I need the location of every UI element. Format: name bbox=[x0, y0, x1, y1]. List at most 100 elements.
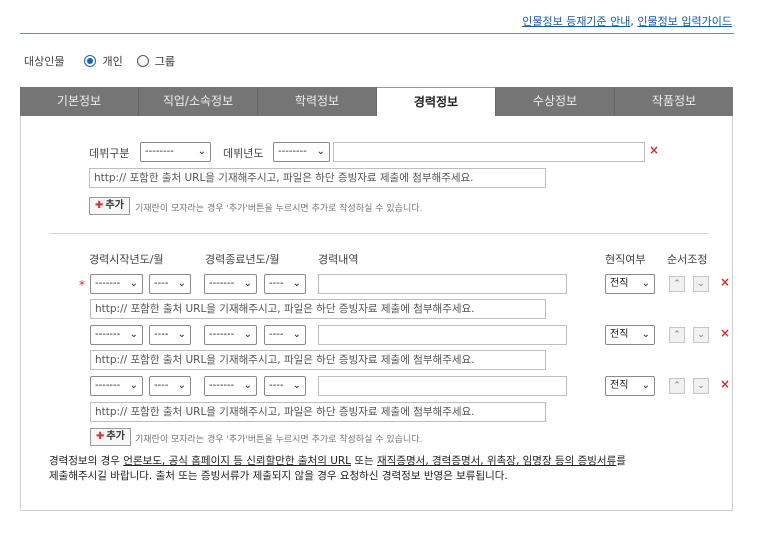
career-add-hint: 기재란이 모자라는 경우 '추가'버튼을 누르시면 추가로 작성하실 수 있습니… bbox=[135, 435, 423, 445]
move-down-button[interactable]: ⌄ bbox=[693, 378, 709, 394]
end-month-value: ---- bbox=[269, 278, 284, 289]
end-year-select[interactable]: ------- ⌄ bbox=[204, 325, 257, 345]
chevron-down-icon: ⌄ bbox=[697, 330, 705, 340]
chevron-down-icon: ⌄ bbox=[243, 329, 252, 340]
career-detail-input[interactable] bbox=[318, 325, 567, 345]
radio-individual[interactable]: 개인 bbox=[84, 53, 123, 69]
chevron-down-icon: ⌄ bbox=[177, 278, 186, 289]
radio-group[interactable]: 그룹 bbox=[136, 53, 175, 69]
career-add-button[interactable]: ✚ 추가 bbox=[90, 428, 131, 446]
move-up-button[interactable]: ⌃ bbox=[669, 276, 685, 292]
chevron-up-icon: ⌃ bbox=[673, 279, 681, 289]
debut-detail-input[interactable] bbox=[333, 142, 645, 162]
debut-type-select[interactable]: -------- ⌄ bbox=[140, 142, 211, 162]
debut-year-select[interactable]: -------- ⌄ bbox=[273, 142, 330, 162]
move-up-button[interactable]: ⌃ bbox=[669, 327, 685, 343]
chevron-down-icon: ⌄ bbox=[292, 278, 301, 289]
col-order-label: 순서조정 bbox=[667, 253, 708, 266]
notice-text-2: 또는 bbox=[351, 455, 378, 467]
target-label: 대상인물 bbox=[24, 55, 65, 68]
close-icon[interactable]: × bbox=[720, 275, 730, 289]
start-month-value: ---- bbox=[154, 329, 169, 340]
end-month-select[interactable]: ---- ⌄ bbox=[264, 274, 306, 294]
notice-text-3: 를 bbox=[616, 455, 626, 467]
chevron-down-icon: ⌄ bbox=[129, 380, 138, 391]
col-current-label: 현직여부 bbox=[605, 253, 646, 266]
debut-type-label: 데뷔구분 bbox=[89, 147, 130, 160]
notice-underline-1: 언론보도, 공식 홈페이지 등 신뢰할만한 출처의 URL bbox=[123, 455, 352, 467]
col-detail-label: 경력내역 bbox=[318, 253, 359, 266]
end-year-select[interactable]: ------- ⌄ bbox=[204, 376, 257, 396]
tab-award[interactable]: 수상정보 bbox=[496, 87, 615, 116]
end-year-select[interactable]: ------- ⌄ bbox=[204, 274, 257, 294]
current-select[interactable]: 전직 ⌄ bbox=[605, 376, 655, 396]
end-year-value: ------- bbox=[209, 329, 235, 340]
start-year-select[interactable]: ------- ⌄ bbox=[90, 325, 143, 345]
start-year-select[interactable]: ------- ⌄ bbox=[90, 274, 143, 294]
registration-criteria-link[interactable]: 인물정보 등재기준 안내 bbox=[522, 15, 630, 28]
career-url-input[interactable]: http:// 포함한 출처 URL을 기재해주시고, 파일은 하단 증빙자료 … bbox=[90, 350, 546, 370]
current-select[interactable]: 전직 ⌄ bbox=[605, 274, 655, 294]
col-start-label: 경력시작년도/월 bbox=[89, 253, 164, 266]
chevron-down-icon: ⌄ bbox=[177, 329, 186, 340]
current-select[interactable]: 전직 ⌄ bbox=[605, 325, 655, 345]
radio-group-label: 그룹 bbox=[154, 55, 175, 68]
debut-add-hint: 기재란이 모자라는 경우 '추가'버튼을 누르시면 추가로 작성하실 수 있습니… bbox=[135, 204, 423, 214]
close-icon[interactable]: × bbox=[720, 326, 730, 340]
start-month-select[interactable]: ---- ⌄ bbox=[149, 325, 191, 345]
career-notice: 경력정보의 경우 언론보도, 공식 홈페이지 등 신뢰할만한 출처의 URL 또… bbox=[49, 454, 719, 484]
move-up-button[interactable]: ⌃ bbox=[669, 378, 685, 394]
top-links: 인물정보 등재기준 안내, 인물정보 입력가이드 bbox=[522, 13, 732, 29]
start-year-value: ------- bbox=[95, 329, 121, 340]
input-guide-link[interactable]: 인물정보 입력가이드 bbox=[637, 15, 732, 28]
close-icon[interactable]: × bbox=[720, 377, 730, 391]
chevron-down-icon: ⌄ bbox=[292, 329, 301, 340]
move-down-button[interactable]: ⌄ bbox=[693, 276, 709, 292]
start-year-select[interactable]: ------- ⌄ bbox=[90, 376, 143, 396]
radio-individual-icon[interactable] bbox=[84, 55, 97, 67]
start-year-value: ------- bbox=[95, 278, 121, 289]
start-month-value: ---- bbox=[154, 278, 169, 289]
chevron-up-icon: ⌃ bbox=[673, 381, 681, 391]
end-month-value: ---- bbox=[269, 329, 284, 340]
chevron-down-icon: ⌄ bbox=[292, 380, 301, 391]
chevron-down-icon: ⌄ bbox=[129, 278, 138, 289]
chevron-down-icon: ⌄ bbox=[129, 329, 138, 340]
current-value: 전직 bbox=[610, 278, 629, 289]
section-divider bbox=[49, 233, 709, 234]
start-month-select[interactable]: ---- ⌄ bbox=[149, 274, 191, 294]
chevron-down-icon: ⌄ bbox=[197, 146, 206, 157]
end-year-value: ------- bbox=[209, 380, 235, 391]
tab-works[interactable]: 작품정보 bbox=[615, 87, 733, 116]
debut-add-button[interactable]: ✚ 추가 bbox=[89, 197, 130, 215]
end-month-select[interactable]: ---- ⌄ bbox=[264, 325, 306, 345]
move-down-button[interactable]: ⌄ bbox=[693, 327, 709, 343]
chevron-up-icon: ⌃ bbox=[673, 330, 681, 340]
tab-basic[interactable]: 기본정보 bbox=[20, 87, 139, 116]
chevron-down-icon: ⌄ bbox=[641, 278, 650, 289]
notice-underline-2: 재직증명서, 경력증명서, 위촉장, 임명장 등의 증빙서류 bbox=[377, 455, 617, 467]
chevron-down-icon: ⌄ bbox=[316, 146, 325, 157]
plus-icon: ✚ bbox=[95, 200, 104, 211]
end-month-select[interactable]: ---- ⌄ bbox=[264, 376, 306, 396]
chevron-down-icon: ⌄ bbox=[243, 278, 252, 289]
close-icon[interactable]: × bbox=[649, 143, 659, 157]
career-detail-input[interactable] bbox=[318, 274, 567, 294]
tab-bar: 기본정보 직업/소속정보 학력정보 경력정보 수상정보 작품정보 bbox=[20, 87, 733, 116]
career-detail-input[interactable] bbox=[318, 376, 567, 396]
debut-url-input[interactable]: http:// 포함한 출처 URL을 기재해주시고, 파일은 하단 증빙자료 … bbox=[89, 168, 546, 188]
start-month-value: ---- bbox=[154, 380, 169, 391]
current-value: 전직 bbox=[610, 329, 629, 340]
notice-text-4: 제출해주시길 바랍니다. 출처 또는 증빙서류가 제출되지 않을 경우 요청하신… bbox=[49, 470, 508, 482]
debut-type-value: -------- bbox=[145, 146, 174, 157]
tab-career[interactable]: 경력정보 bbox=[377, 87, 496, 116]
tab-education[interactable]: 학력정보 bbox=[258, 87, 377, 116]
chevron-down-icon: ⌄ bbox=[641, 380, 650, 391]
chevron-down-icon: ⌄ bbox=[641, 329, 650, 340]
start-month-select[interactable]: ---- ⌄ bbox=[149, 376, 191, 396]
target-selector: 대상인물 개인 그룹 bbox=[24, 53, 189, 69]
radio-group-icon[interactable] bbox=[136, 55, 149, 67]
tab-job[interactable]: 직업/소속정보 bbox=[139, 87, 258, 116]
career-url-input[interactable]: http:// 포함한 출처 URL을 기재해주시고, 파일은 하단 증빙자료 … bbox=[90, 299, 546, 319]
career-url-input[interactable]: http:// 포함한 출처 URL을 기재해주시고, 파일은 하단 증빙자료 … bbox=[90, 402, 546, 422]
